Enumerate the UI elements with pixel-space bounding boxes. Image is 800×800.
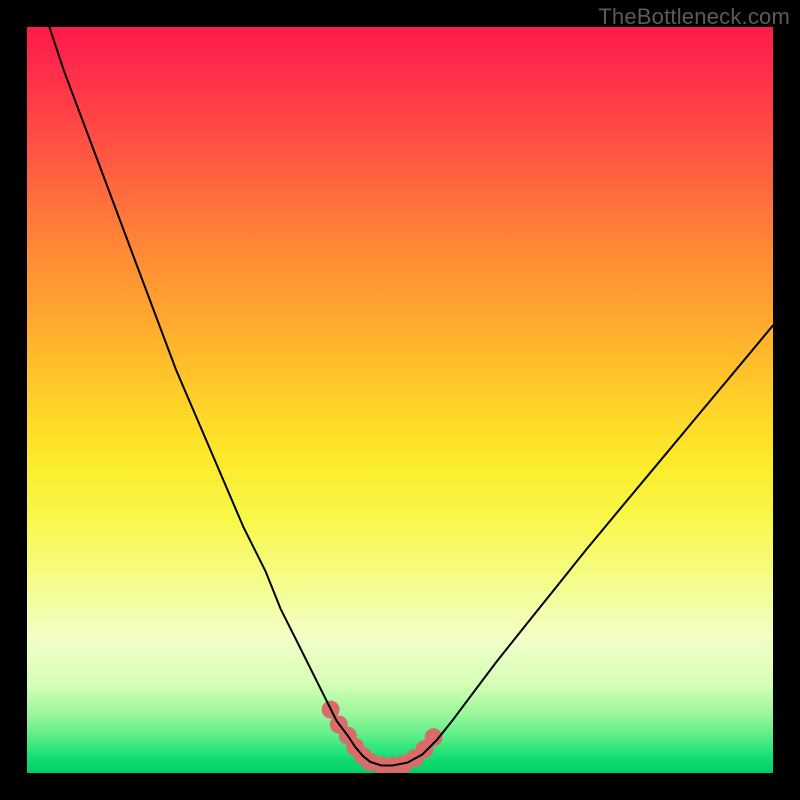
watermark-text: TheBottleneck.com <box>598 4 790 30</box>
plot-area <box>27 27 773 773</box>
highlight-markers <box>322 701 443 773</box>
bottleneck-curve <box>49 27 773 766</box>
chart-svg <box>27 27 773 773</box>
chart-frame: TheBottleneck.com <box>0 0 800 800</box>
